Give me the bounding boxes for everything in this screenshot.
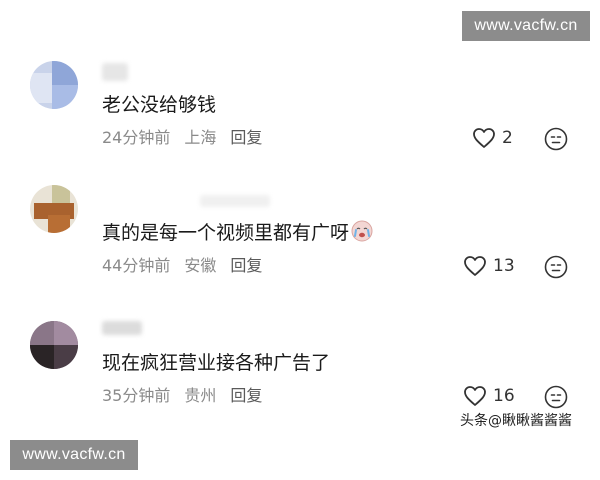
comment-item: 现在疯狂营业接各种广告了 35分钟前 贵州 回复 16	[0, 313, 600, 423]
comment-text: 现在疯狂营业接各种广告了	[102, 352, 331, 374]
heart-outline-icon	[473, 128, 495, 148]
neutral-face-icon[interactable]	[544, 127, 568, 151]
comment-text: 真的是每一个视频里都有广呀	[102, 219, 373, 247]
watermark-top: www.vacfw.cn	[462, 11, 590, 41]
comment-time: 24分钟前	[102, 128, 171, 147]
like-count: 13	[493, 256, 515, 276]
neutral-face-icon[interactable]	[544, 385, 568, 409]
reply-button[interactable]: 回复	[230, 128, 262, 147]
like-button[interactable]: 16	[463, 385, 515, 407]
watermark-bottom: www.vacfw.cn	[10, 440, 138, 470]
reply-button[interactable]: 回复	[230, 256, 262, 275]
avatar[interactable]	[30, 61, 78, 109]
avatar[interactable]	[30, 185, 78, 233]
comment-text: 老公没给够钱	[102, 94, 217, 116]
comment-meta: 35分钟前 贵州 回复	[102, 385, 276, 407]
comment-item: 真的是每一个视频里都有广呀 44分钟前 安徽 回复 13	[0, 183, 600, 293]
username-blurred[interactable]	[200, 195, 270, 207]
heart-outline-icon	[464, 256, 486, 276]
reply-button[interactable]: 回复	[230, 386, 262, 405]
source-credit: 头条@瞅瞅酱酱酱	[460, 413, 572, 429]
like-count: 16	[493, 386, 515, 406]
heart-outline-icon	[464, 386, 486, 406]
avatar[interactable]	[30, 321, 78, 369]
comment-time: 35分钟前	[102, 386, 171, 405]
comment-meta: 44分钟前 安徽 回复	[102, 255, 276, 277]
comment-location: 贵州	[184, 386, 217, 405]
neutral-face-icon[interactable]	[544, 255, 568, 279]
like-button[interactable]: 2	[472, 127, 513, 149]
comment-time: 44分钟前	[102, 256, 171, 275]
crying-face-emoji	[351, 220, 373, 242]
comment-item: 老公没给够钱 24分钟前 上海 回复 2	[0, 55, 600, 165]
comment-location: 上海	[184, 128, 217, 147]
comment-meta: 24分钟前 上海 回复	[102, 127, 276, 149]
comment-location: 安徽	[184, 256, 217, 275]
like-button[interactable]: 13	[463, 255, 515, 277]
username-blurred[interactable]	[102, 321, 142, 335]
like-count: 2	[502, 128, 513, 148]
username-blurred[interactable]	[102, 63, 128, 81]
